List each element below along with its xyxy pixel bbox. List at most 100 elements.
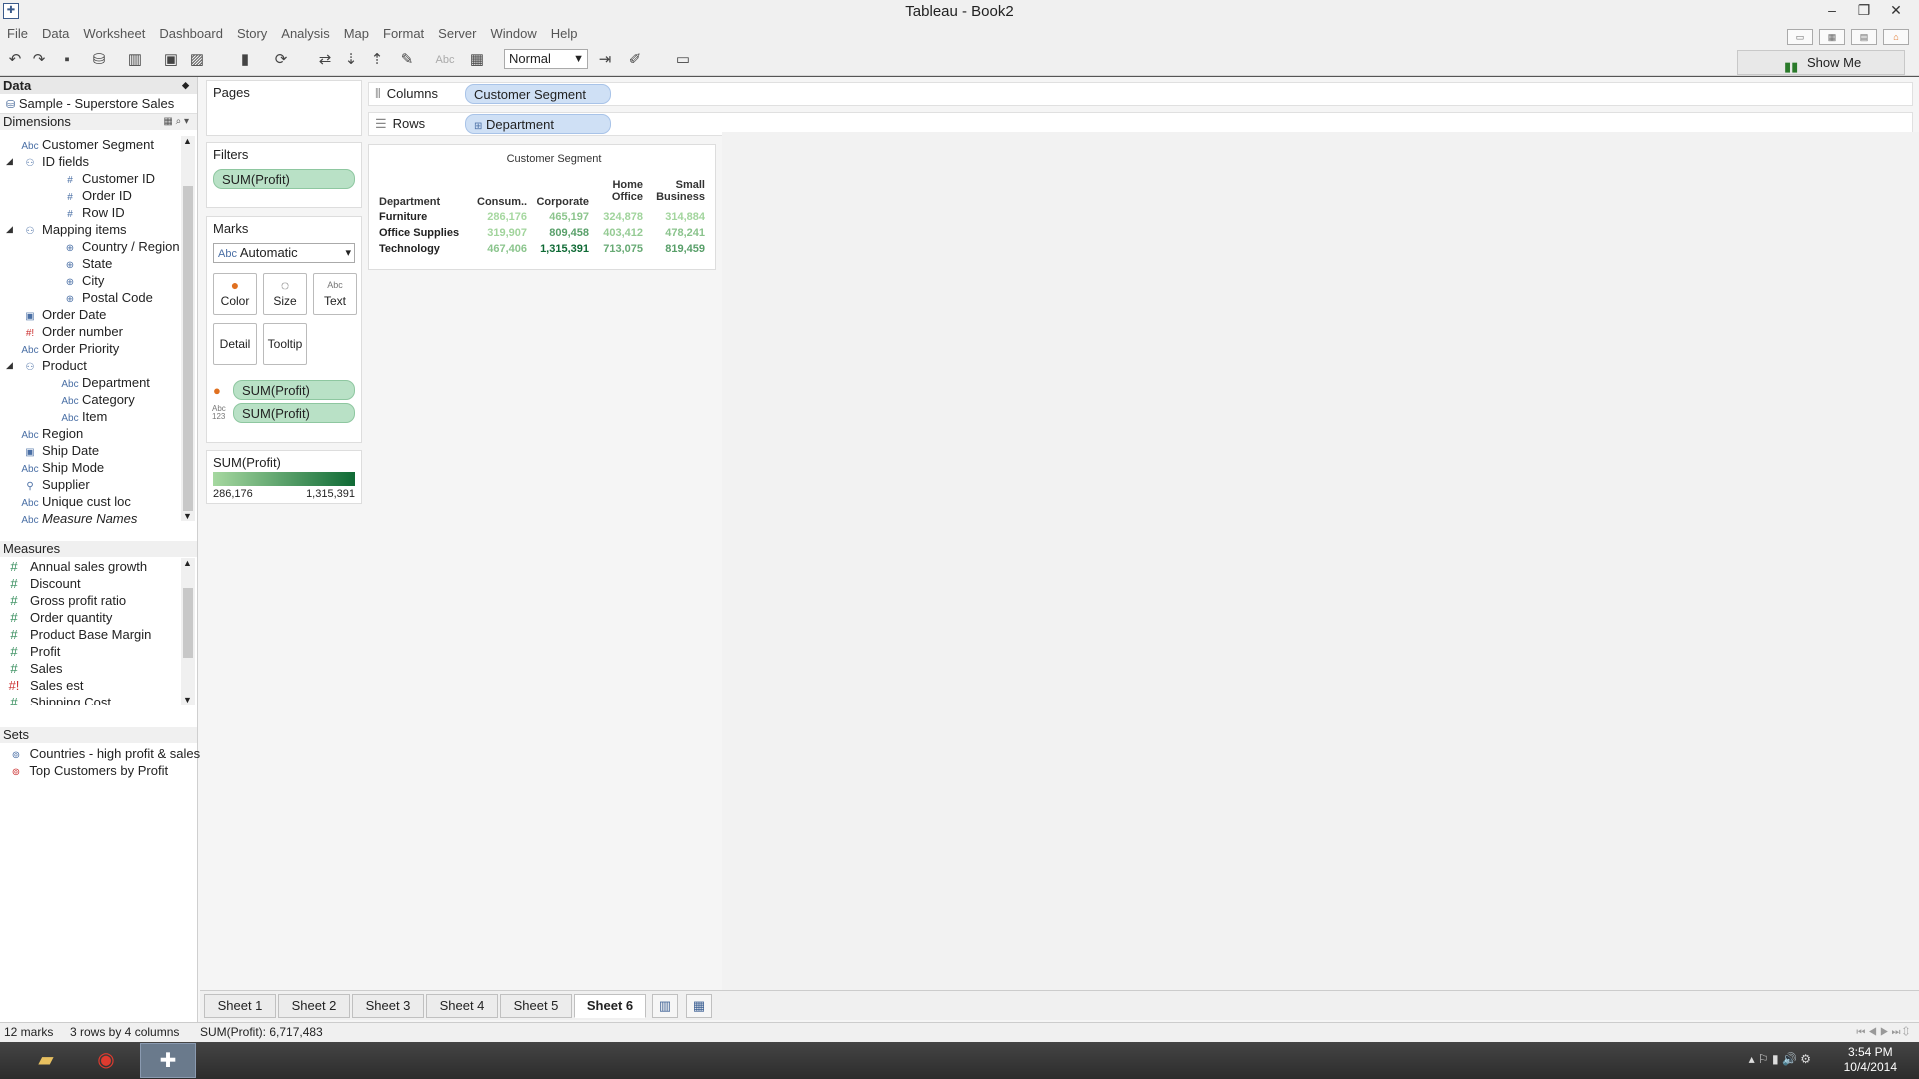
menu-dashboard[interactable]: Dashboard bbox=[152, 24, 230, 44]
view-size-select[interactable]: Normal ▼ bbox=[504, 49, 588, 69]
format-icon[interactable]: ✐ bbox=[624, 50, 646, 70]
redo-icon[interactable]: ↷ bbox=[28, 50, 50, 70]
filters-shelf[interactable]: Filters SUM(Profit) bbox=[206, 142, 362, 208]
refresh-icon[interactable]: ⟳ bbox=[270, 50, 292, 70]
save-icon[interactable]: ▪ bbox=[56, 50, 78, 70]
table-cell[interactable]: 819,459 bbox=[647, 243, 705, 255]
table-cell[interactable]: 465,197 bbox=[529, 211, 589, 223]
menu-window[interactable]: Window bbox=[483, 24, 543, 44]
dimension-tools-icon[interactable]: ▦ ⌕ ▾ bbox=[163, 114, 189, 130]
dimension-item[interactable]: ⊕ Country / Region bbox=[60, 238, 180, 255]
filmstrip-icon[interactable]: ▤ bbox=[1851, 29, 1877, 45]
dimension-item[interactable]: ⊕ City bbox=[60, 272, 105, 289]
table-cell[interactable]: 314,884 bbox=[647, 211, 705, 223]
new-worksheet-icon[interactable]: ▥ bbox=[124, 50, 146, 70]
tableau-taskbar-icon[interactable]: ✚ bbox=[140, 1043, 196, 1078]
color-legend[interactable]: SUM(Profit) 286,176 1,315,391 bbox=[206, 450, 362, 504]
auto-update-icon[interactable]: ▮ bbox=[234, 50, 256, 70]
dimension-item[interactable]: ⚲ Supplier bbox=[20, 476, 89, 493]
dimension-item[interactable]: ▣ Ship Date bbox=[20, 442, 99, 459]
dimension-item[interactable]: Abc Measure Names bbox=[20, 510, 137, 527]
new-worksheet-tab-icon[interactable]: ▥ bbox=[652, 994, 678, 1018]
menu-story[interactable]: Story bbox=[230, 24, 274, 44]
new-datasource-icon[interactable]: ⛁ bbox=[88, 50, 110, 70]
dimension-item[interactable]: Abc Item bbox=[60, 408, 107, 425]
dimension-item[interactable]: Abc Order Priority bbox=[20, 340, 119, 357]
color-pill[interactable]: SUM(Profit) bbox=[233, 380, 355, 400]
table-cell[interactable]: 478,241 bbox=[647, 227, 705, 239]
menu-file[interactable]: File bbox=[0, 24, 35, 44]
clear-sheet-icon[interactable]: ▨ bbox=[186, 50, 208, 70]
measure-item[interactable]: # Profit bbox=[4, 643, 60, 660]
fix-axes-icon[interactable]: ⇥ bbox=[594, 50, 616, 70]
clock[interactable]: 3:54 PM 10/4/2014 bbox=[1844, 1045, 1897, 1075]
labels-icon[interactable]: Abc bbox=[430, 50, 460, 70]
presentation-mode-icon[interactable]: ▭ bbox=[1787, 29, 1813, 45]
sheet-tab[interactable]: Sheet 3 bbox=[352, 994, 424, 1018]
table-cell[interactable]: 319,907 bbox=[477, 227, 527, 239]
menu-server[interactable]: Server bbox=[431, 24, 483, 44]
text-button[interactable]: Abc Text bbox=[313, 273, 357, 315]
expand-triangle-icon[interactable]: ◢ bbox=[6, 153, 13, 170]
measure-item[interactable]: #! Sales est bbox=[4, 677, 84, 694]
close-button[interactable]: ✕ bbox=[1881, 0, 1911, 22]
columns-pill[interactable]: Customer Segment bbox=[465, 84, 611, 104]
expand-triangle-icon[interactable]: ◢ bbox=[6, 357, 13, 374]
dimension-item[interactable]: Abc Ship Mode bbox=[20, 459, 104, 476]
rows-pill[interactable]: ⊞ Department bbox=[465, 114, 611, 134]
menu-worksheet[interactable]: Worksheet bbox=[76, 24, 152, 44]
sort-ascending-icon[interactable]: ⇣ bbox=[340, 50, 362, 70]
filter-pill[interactable]: SUM(Profit) bbox=[213, 169, 355, 189]
dimension-item[interactable]: # Row ID bbox=[60, 204, 124, 221]
measure-item[interactable]: # Product Base Margin bbox=[4, 626, 151, 643]
dimension-item[interactable]: ⊕ Postal Code bbox=[60, 289, 153, 306]
dimension-item[interactable]: Abc Department bbox=[60, 374, 150, 391]
presentation-icon[interactable]: ▦ bbox=[466, 50, 488, 70]
columns-shelf[interactable]: ⦀ Columns Customer Segment bbox=[368, 82, 1913, 106]
table-cell[interactable]: 1,315,391 bbox=[529, 243, 589, 255]
dimension-item[interactable]: ⊕ State bbox=[60, 255, 113, 272]
pages-shelf[interactable]: Pages bbox=[206, 80, 362, 136]
table-cell[interactable]: 286,176 bbox=[477, 211, 527, 223]
tooltip-icon[interactable]: ▭ bbox=[672, 50, 694, 70]
expand-triangle-icon[interactable]: ◢ bbox=[6, 221, 13, 238]
duplicate-sheet-icon[interactable]: ▣ bbox=[160, 50, 182, 70]
dimension-item[interactable]: ◢ ⚇ Mapping items bbox=[6, 221, 127, 238]
set-item[interactable]: ⊚ Top Customers by Profit bbox=[6, 762, 168, 779]
dimension-item[interactable]: #! Order number bbox=[20, 323, 123, 340]
dimension-item[interactable]: ◢ ⚇ Product bbox=[6, 357, 87, 374]
table-cell[interactable]: 467,406 bbox=[477, 243, 527, 255]
detail-button[interactable]: Detail bbox=[213, 323, 257, 365]
dimension-item[interactable]: # Customer ID bbox=[60, 170, 155, 187]
tray-icons[interactable]: ▴ ⚐ ▮ 🔊 ⚙ bbox=[1749, 1052, 1811, 1066]
menu-help[interactable]: Help bbox=[544, 24, 585, 44]
table-cell[interactable]: 324,878 bbox=[593, 211, 643, 223]
measure-item[interactable]: # Gross profit ratio bbox=[4, 592, 126, 609]
set-item[interactable]: ⊚ Countries - high profit & sales bbox=[6, 745, 200, 762]
dimension-item[interactable]: Abc Customer Segment bbox=[20, 136, 154, 153]
highlight-icon[interactable]: ✎ bbox=[396, 50, 418, 70]
sheet-tab[interactable]: Sheet 2 bbox=[278, 994, 350, 1018]
menu-format[interactable]: Format bbox=[376, 24, 431, 44]
restore-button[interactable]: ❐ bbox=[1849, 0, 1879, 22]
menu-analysis[interactable]: Analysis bbox=[274, 24, 336, 44]
show-me-button[interactable]: ▮▮ Show Me bbox=[1737, 50, 1905, 75]
table-cell[interactable]: 403,412 bbox=[593, 227, 643, 239]
collapse-icon[interactable]: ◆ bbox=[182, 77, 189, 94]
menu-map[interactable]: Map bbox=[337, 24, 376, 44]
menu-data[interactable]: Data bbox=[35, 24, 76, 44]
sheet-tab[interactable]: Sheet 5 bbox=[500, 994, 572, 1018]
sheet-tab[interactable]: Sheet 6 bbox=[574, 994, 646, 1018]
sorter-icon[interactable]: ▦ bbox=[1819, 29, 1845, 45]
measure-item[interactable]: # Sales bbox=[4, 660, 62, 677]
dimension-item[interactable]: Abc Region bbox=[20, 425, 83, 442]
dimensions-scrollbar[interactable]: ▲ ▼ bbox=[181, 136, 195, 521]
measures-scrollbar[interactable]: ▲ ▼ bbox=[181, 558, 195, 705]
color-button[interactable]: ● Color bbox=[213, 273, 257, 315]
dimension-item[interactable]: # Order ID bbox=[60, 187, 132, 204]
undo-icon[interactable]: ↶ bbox=[4, 50, 26, 70]
chrome-icon[interactable]: ◉ bbox=[78, 1043, 134, 1078]
tooltip-button[interactable]: Tooltip bbox=[263, 323, 307, 365]
table-cell[interactable]: 713,075 bbox=[593, 243, 643, 255]
sheet-tab[interactable]: Sheet 4 bbox=[426, 994, 498, 1018]
